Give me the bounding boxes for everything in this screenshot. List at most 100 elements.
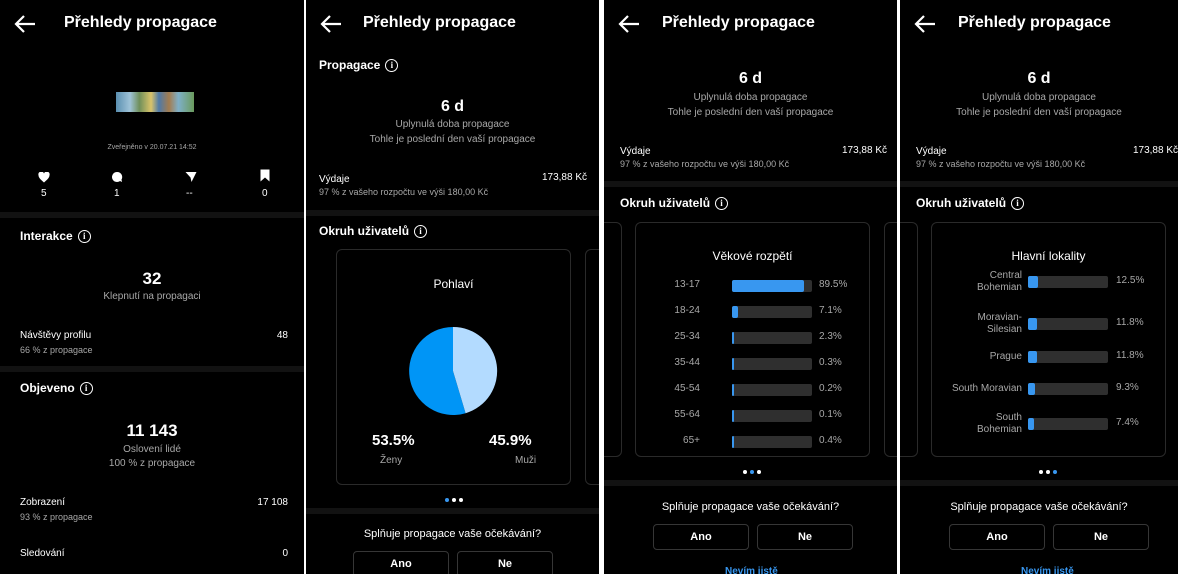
location-label-line: South [995,412,1022,423]
discovered-heading: Objeveno i [20,381,93,395]
gender-card[interactable]: Pohlaví 53.5% Ženy 45.9% Muži [336,249,571,485]
stat-shares-value: -- [186,188,193,199]
location-bar-label: Moravian- Silesian [942,312,1022,336]
reach-label: Oslovení lidé [123,444,181,455]
gender-pie-chart [409,326,498,415]
no-button[interactable]: Ne [757,524,853,550]
age-bar-label: 18-24 [674,305,700,316]
duration-label: Uplynulá doba propagace [982,92,1096,103]
no-button[interactable]: Ne [1053,524,1149,550]
location-label-line: Bohemian [976,424,1022,435]
divider [604,181,897,187]
profile-visits-value: 48 [276,330,288,341]
interactions-label: Klepnutí na propagaci [103,291,201,302]
spend-sub: 97 % z vašeho rozpočtu ve výši 180,00 Kč [620,159,790,169]
women-percent: 53.5% [372,432,415,449]
spend-label: Výdaje [916,146,947,157]
follows-value: 0 [282,548,288,559]
spend-value: 173,88 Kč [541,172,587,183]
location-bar-value: 11.8% [1116,350,1144,361]
prev-card-peek[interactable] [604,222,622,457]
location-label-line: Central [989,270,1022,281]
page-title: Přehledy propagace [363,14,516,31]
reach-sub: 100 % z propagace [108,458,196,469]
heart-icon [38,171,50,183]
stat-comments [111,170,123,188]
no-button[interactable]: Ne [457,551,553,574]
locations-card[interactable]: Hlavní lokality Central Bohemian 12.5% Mora… [931,222,1166,457]
spend-sub: 97 % z vašeho rozpočtu ve výši 180,00 Kč [319,187,489,197]
stat-saves [260,169,270,187]
location-bar-value: 12.5% [1116,275,1145,286]
info-icon[interactable]: i [79,382,93,395]
location-label-line: Moravian- [977,312,1022,323]
location-bar [1028,351,1038,363]
age-bar-track [732,332,812,344]
info-icon[interactable]: i [715,197,729,210]
unsure-link[interactable]: Nevím jistě [725,566,778,574]
carousel-dot [742,470,747,474]
back-arrow-icon[interactable] [914,14,936,34]
duration-label: Uplynulá doba propagace [693,92,808,103]
location-bar-track [1028,276,1108,288]
page-title: Přehledy propagace [662,14,815,31]
page-title: Přehledy propagace [958,14,1111,31]
back-arrow-icon[interactable] [618,14,640,34]
location-bar [1028,276,1038,288]
screen-gender: Přehledy propagace Propagace i 6 d Uplynu… [306,0,599,574]
audience-heading: Okruh uživatelů i [916,196,1025,210]
location-label-line: South Moravian [951,383,1022,394]
app-header: Přehledy propagace [0,0,304,48]
duration-note: Tohle je poslední den vaší propagace [369,134,536,145]
divider [604,480,897,486]
stat-likes [38,170,50,188]
impressions-value: 17 108 [257,497,288,508]
age-bar-label: 55-64 [674,409,700,420]
age-bar-track [732,436,812,448]
age-bar-track [732,306,812,318]
duration-note: Tohle je poslední den vaší propagace [667,107,834,118]
post-thumbnail[interactable] [116,92,194,112]
prev-card-peek[interactable] [900,222,918,457]
location-label-line: Prague [989,351,1022,362]
page-title: Přehledy propagace [64,14,217,31]
age-bar-label: 25-34 [674,331,700,342]
back-arrow-icon[interactable] [14,14,36,34]
comment-icon [112,171,123,182]
age-bar [732,306,738,318]
duration-label: Uplynulá doba propagace [395,119,510,130]
divider [900,181,1178,187]
spend-label: Výdaje [620,146,651,157]
screen-overview: Přehledy propagace Zveřejněno v 20.07.21… [0,0,304,574]
info-icon[interactable]: i [414,225,428,238]
carousel-dot [444,498,449,502]
info-icon[interactable]: i [77,230,91,243]
gender-title: Pohlaví [433,277,474,291]
profile-visits-label: Návštěvy profilu [20,330,92,341]
stat-likes-value: 5 [41,188,47,199]
audience-heading: Okruh uživatelů i [620,196,729,210]
age-bar-label: 35-44 [674,357,700,368]
unsure-link[interactable]: Nevím jistě [1021,566,1074,574]
divider [0,366,304,372]
interactions-heading: Interakce i [20,229,91,243]
location-bar-value: 7.4% [1116,417,1139,428]
interactions-value: 32 [142,269,162,288]
info-icon[interactable]: i [1011,197,1025,210]
share-icon [185,172,197,182]
next-card-peek[interactable] [884,222,897,457]
next-card-peek[interactable] [585,249,599,485]
yes-button[interactable]: Ano [353,551,449,574]
feedback-question: Splňuje propagace vaše očekávání? [661,501,840,513]
screen-locations: Přehledy propagace 6 d Uplynulá doba pro… [900,0,1178,574]
location-label-line: Bohemian [976,282,1022,293]
yes-button[interactable]: Ano [653,524,749,550]
duration-value: 6 d [1027,70,1051,87]
location-label-line: Silesian [986,324,1022,335]
age-card[interactable]: Věkové rozpětí 13-17 89.5% 18-24 7.1% 25-34 2… [635,222,870,457]
back-arrow-icon[interactable] [320,14,342,34]
info-icon[interactable]: i [385,59,399,72]
stat-saves-value: 0 [262,188,268,199]
age-bar-label: 13-17 [674,279,700,290]
yes-button[interactable]: Ano [949,524,1045,550]
